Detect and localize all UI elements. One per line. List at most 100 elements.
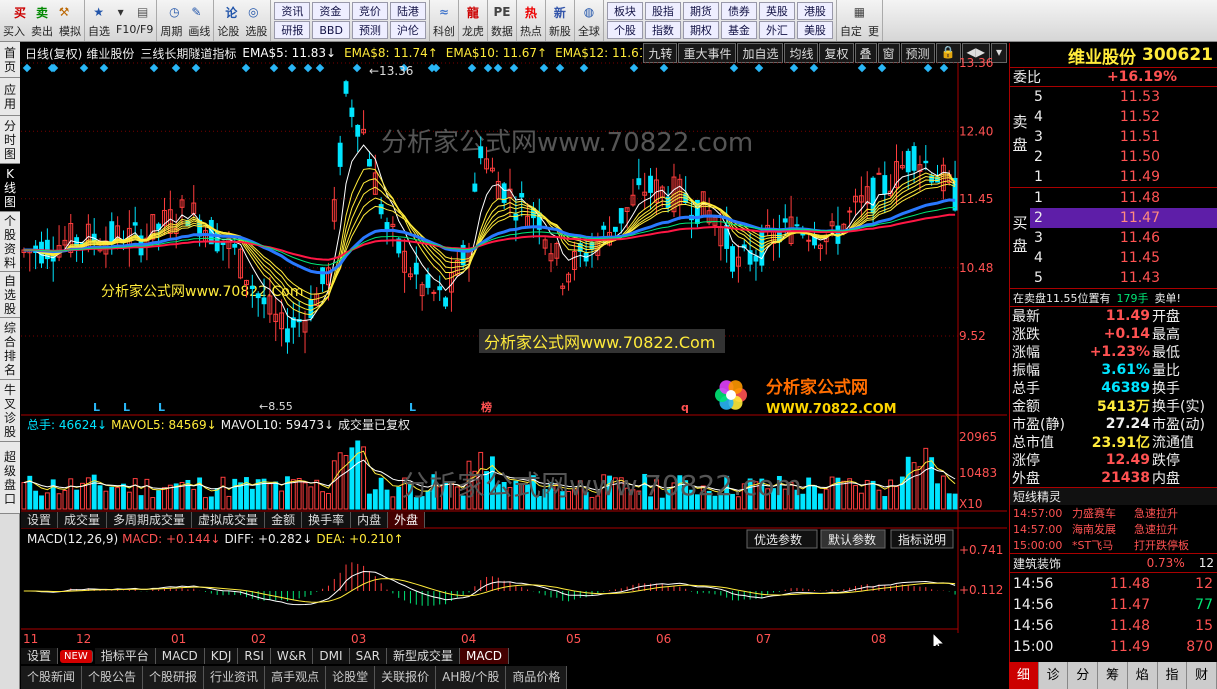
toolbar-label[interactable]: 新股 [549, 23, 571, 39]
sprite-row[interactable]: 15:00:00 *ST飞马 打开跌停板 [1010, 537, 1217, 553]
volume-tab[interactable]: 金额 [265, 512, 303, 528]
left-tab-6[interactable]: 综合排名 [0, 318, 20, 380]
toolbar-button[interactable]: 沪伦 [389, 21, 426, 39]
info-tab[interactable]: 个股公告 [82, 666, 144, 689]
toolbar-button[interactable]: 港股 [796, 2, 833, 20]
globe-icon[interactable]: ◍ [580, 3, 598, 21]
left-tab-1[interactable]: 应用 [0, 78, 20, 116]
toolbar-label[interactable]: 模拟 [59, 23, 81, 39]
toolbar-button[interactable]: 竞价 [351, 2, 388, 20]
info-tab[interactable]: 关联报价 [375, 666, 437, 689]
toolbar-button[interactable]: 债券 [720, 2, 757, 20]
toolbar-label[interactable]: 数据 [491, 23, 513, 39]
toolbar-label[interactable]: 论股 [217, 23, 239, 39]
indicator-tab[interactable]: MACD [155, 648, 205, 664]
left-tab-8[interactable]: 超级盘口 [0, 442, 20, 514]
info-tab[interactable]: AH股/个股 [436, 666, 507, 689]
ask-row[interactable]: 1 11.49 [1030, 167, 1217, 187]
indicator-tab[interactable]: KDJ [204, 648, 239, 664]
left-tab-7[interactable]: 牛叉诊股 [0, 380, 20, 442]
toolbar-label[interactable]: 热点 [520, 23, 542, 39]
left-tab-3[interactable]: K线图 [0, 164, 20, 212]
chart-area[interactable]: 日线(复权) 维业股份 三线长期隧道指标 EMA$5: 11.83↓ EMA$8:… [21, 43, 1007, 646]
toolbar-button[interactable]: 基金 [720, 21, 757, 39]
indicator-tab[interactable]: RSI [238, 648, 271, 664]
toolbar-button[interactable]: 资金 [312, 2, 350, 20]
sell-icon[interactable]: 卖 [33, 3, 51, 21]
indicator-tab[interactable]: DMI [313, 648, 350, 664]
toolbar-button[interactable]: BBD [312, 21, 350, 39]
star-icon[interactable]: ★ [90, 3, 108, 21]
indicator-tab[interactable]: 设置 [21, 648, 59, 664]
indicator-tab[interactable]: SAR [349, 648, 387, 664]
buy-icon[interactable]: 买 [11, 3, 29, 21]
toolbar-label[interactable]: 龙虎 [462, 23, 484, 39]
toolbar-button[interactable]: 板块 [606, 2, 643, 20]
toolbar-button[interactable]: 预测 [351, 21, 388, 39]
order-notice[interactable]: 在卖盘11.55位置有 179手 卖单! [1010, 289, 1217, 307]
indicator-tab[interactable]: 指标平台 [94, 648, 156, 664]
toolbar-label[interactable]: 全球 [578, 23, 600, 39]
toolbar-button[interactable]: 研报 [274, 21, 311, 39]
lun-icon[interactable]: 论 [222, 3, 240, 21]
bid-row[interactable]: 4 11.45 [1030, 248, 1217, 268]
toolbar-button[interactable]: 指数 [644, 21, 681, 39]
toolbar-label[interactable]: 自选 [88, 23, 110, 39]
sprite-row[interactable]: 14:57:00 海南发展 急速拉升 [1010, 521, 1217, 537]
volume-tab[interactable]: 外盘 [388, 512, 426, 528]
volume-tab[interactable]: 成交量 [58, 512, 108, 528]
toolbar-button[interactable]: 期权 [682, 21, 719, 39]
right-bottom-tab[interactable]: 财 [1187, 662, 1217, 689]
chart-icon[interactable]: ≈ [435, 3, 453, 21]
f10-icon[interactable]: ▤ [134, 3, 152, 21]
toolbar-button[interactable]: 美股 [796, 21, 833, 39]
toolbar-label[interactable]: 画线 [188, 23, 210, 39]
dragon-icon[interactable]: 龍 [464, 3, 482, 21]
bid-row[interactable]: 3 11.46 [1030, 228, 1217, 248]
pe-icon[interactable]: PE [493, 3, 511, 21]
info-tab[interactable]: 论股堂 [326, 666, 376, 689]
new-badge[interactable]: NEW [60, 650, 93, 663]
sprite-row[interactable]: 14:57:00 力盛赛车 急速拉升 [1010, 505, 1217, 521]
volume-tab[interactable]: 换手率 [302, 512, 352, 528]
ask-row[interactable]: 4 11.52 [1030, 107, 1217, 127]
select-icon[interactable]: ◎ [244, 3, 262, 21]
info-tab[interactable]: 商品价格 [506, 666, 568, 689]
toolbar-button[interactable]: 股指 [644, 2, 681, 20]
newstock-icon[interactable]: 新 [551, 3, 569, 21]
clock-icon[interactable]: ◷ [165, 3, 183, 21]
toolbar-label[interactable]: 买入 [3, 23, 25, 39]
toolbar-label[interactable]: 科创 [433, 23, 455, 39]
toolbar-button[interactable]: 资讯 [274, 2, 311, 20]
toolbar-label[interactable]: 卖出 [31, 23, 53, 39]
left-tab-5[interactable]: 自选股 [0, 272, 20, 318]
toolbar-button[interactable]: 英股 [758, 2, 795, 20]
info-tab[interactable]: 行业资讯 [204, 666, 266, 689]
dropdown-icon[interactable]: ▾ [112, 3, 130, 21]
toolbar-label[interactable]: 自定 [840, 23, 862, 39]
indicator-tab[interactable]: 新型成交量 [386, 648, 460, 664]
bid-row[interactable]: 1 11.48 [1030, 188, 1217, 208]
volume-tab[interactable]: 内盘 [351, 512, 389, 528]
kline-chart[interactable]: 分析家公式网www.70822.com 分析家公式网www.70822.Com 分析… [21, 43, 1007, 646]
volume-tab[interactable]: 设置 [21, 512, 59, 528]
info-tab[interactable]: 个股研报 [143, 666, 205, 689]
indicator-tab[interactable]: W&R [270, 648, 314, 664]
custom-icon[interactable]: ▦ [850, 3, 868, 21]
info-tab[interactable]: 个股新闻 [21, 666, 83, 689]
volume-tab[interactable]: 多周期成交量 [107, 512, 193, 528]
toolbar-label[interactable]: F10/F9 [116, 23, 153, 39]
hammer-icon[interactable]: ⚒ [55, 3, 73, 21]
right-bottom-tab[interactable]: 诊 [1039, 662, 1069, 689]
toolbar-label[interactable]: 周期 [160, 23, 182, 39]
toolbar-button[interactable]: 陆港 [389, 2, 426, 20]
toolbar-button[interactable]: 外汇 [758, 21, 795, 39]
right-bottom-tab[interactable]: 细 [1009, 662, 1039, 689]
right-bottom-tab[interactable]: 分 [1068, 662, 1099, 689]
toolbar-button[interactable]: 期货 [682, 2, 719, 20]
ask-row[interactable]: 3 11.51 [1030, 127, 1217, 147]
bid-row[interactable]: 2 11.47 [1030, 208, 1217, 228]
bid-row[interactable]: 5 11.43 [1030, 268, 1217, 288]
left-tab-2[interactable]: 分时图 [0, 116, 20, 164]
toolbar-button[interactable]: 个股 [606, 21, 643, 39]
